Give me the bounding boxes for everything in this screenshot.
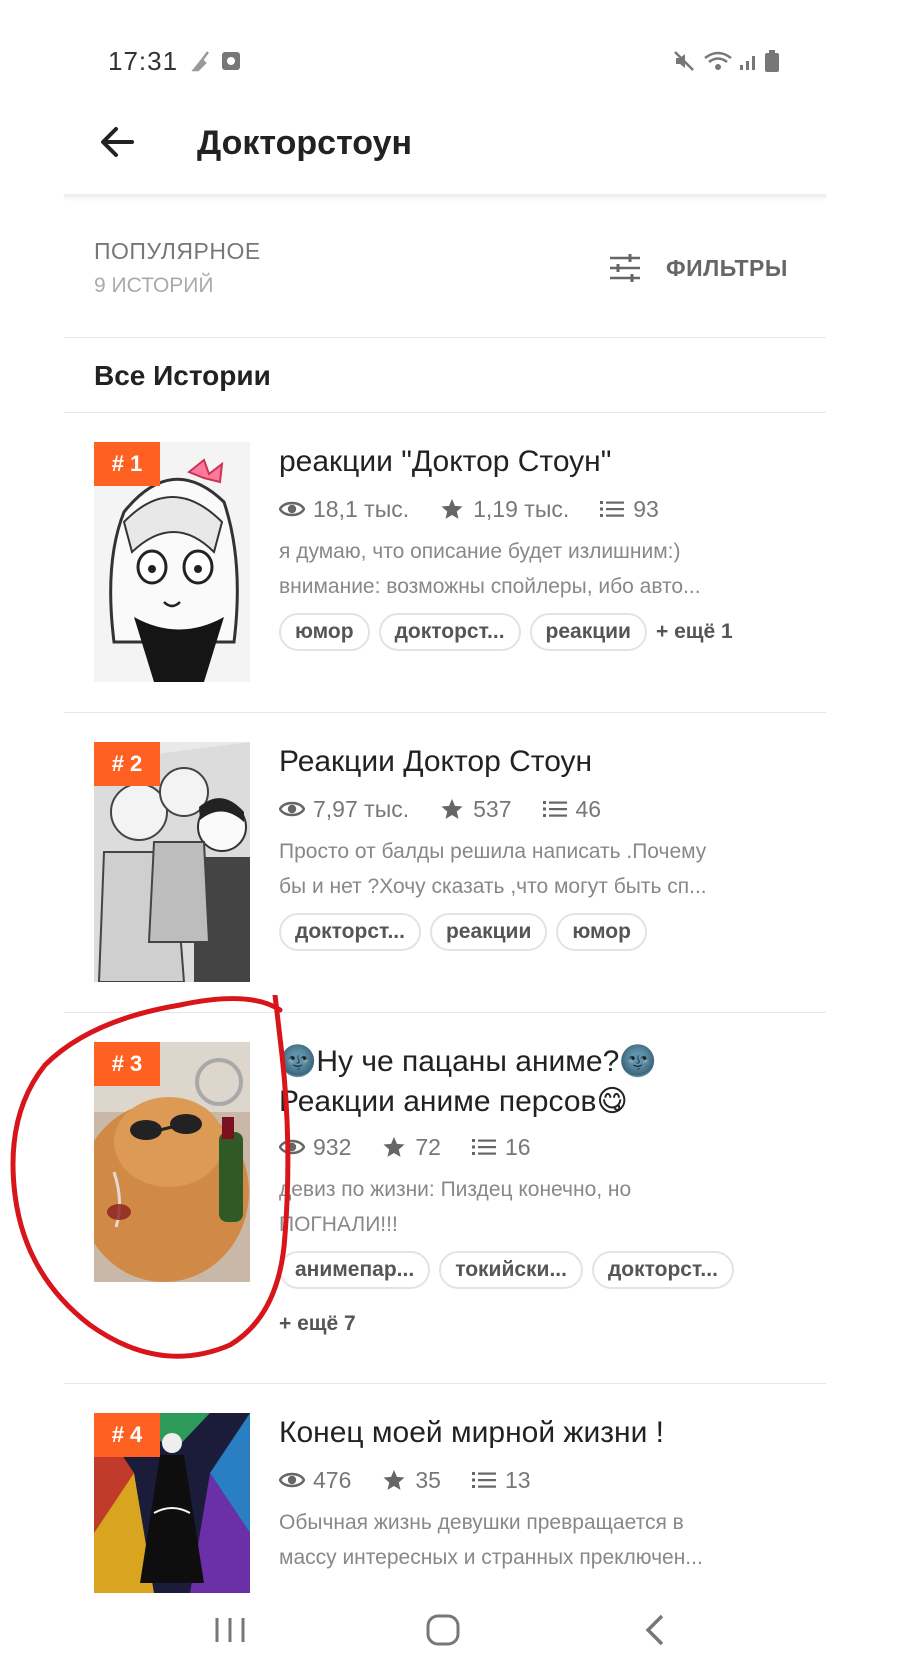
battery-icon	[765, 50, 779, 72]
eye-icon	[279, 1136, 305, 1158]
signal-icon	[740, 56, 755, 70]
story-card-2[interactable]: # 2 Реакции Доктор Стоун 7,97 тыс. 537 4…	[0, 742, 922, 1012]
screen-record-icon	[222, 52, 240, 70]
header-divider	[64, 194, 826, 197]
votes-count: 35	[415, 1466, 441, 1493]
rank-badge: # 2	[94, 742, 160, 786]
recent-apps-icon[interactable]	[205, 1610, 255, 1650]
description-line: массу интересных и странных преключен...	[279, 1546, 703, 1569]
views-count: 932	[313, 1133, 352, 1160]
story-stats: 932 72 16	[279, 1132, 561, 1162]
tag-list: анимепар... токийски... докторст...	[279, 1251, 743, 1289]
divider	[64, 1012, 826, 1013]
votes-count: 72	[415, 1133, 441, 1160]
views-count: 7,97 тыс.	[313, 795, 410, 822]
votes-count: 537	[473, 795, 512, 822]
description-line: ПОГНАЛИ!!!	[279, 1213, 398, 1236]
title-line: Реакции аниме персов😋	[279, 1085, 628, 1118]
star-icon	[381, 1469, 407, 1491]
story-description: Просто от балды решила написать .Почему …	[279, 834, 789, 904]
list-icon	[471, 1136, 497, 1158]
tag-chip[interactable]: докторст...	[378, 613, 521, 651]
parts-count: 93	[633, 495, 659, 522]
filters-button[interactable]: ФИЛЬТРЫ	[608, 248, 788, 288]
star-icon	[381, 1136, 407, 1158]
wifi-icon	[704, 51, 732, 70]
all-stories-heading: Все Истории	[94, 360, 271, 391]
views-count: 18,1 тыс.	[313, 495, 410, 522]
views-count: 476	[313, 1466, 352, 1493]
story-count: 9 ИСТОРИЙ	[94, 274, 214, 297]
eye-icon	[279, 798, 305, 820]
status-time: 17:31	[108, 46, 179, 76]
sort-label: ПОПУЛЯРНОЕ	[94, 238, 261, 264]
list-icon	[471, 1469, 497, 1491]
description-line: внимание: возможны спойлеры, ибо авто...	[279, 575, 701, 598]
list-icon	[542, 798, 568, 820]
tag-list: докторст... реакции юмор	[279, 913, 656, 951]
story-stats: 18,1 тыс. 1,19 тыс. 93	[279, 494, 689, 524]
page-title: Докторстоун	[197, 124, 413, 162]
divider	[64, 712, 826, 713]
star-icon	[439, 498, 465, 520]
description-line: я думаю, что описание будет излишним:)	[279, 540, 681, 563]
tag-chip[interactable]: докторст...	[279, 913, 421, 951]
tag-chip[interactable]: реакции	[429, 913, 548, 951]
parts-count: 13	[504, 1466, 531, 1493]
more-tags-link[interactable]: + ещё 7	[279, 1312, 356, 1336]
eye-icon	[279, 1469, 305, 1491]
tag-chip[interactable]: анимепар...	[279, 1251, 431, 1289]
story-stats: 476 35 13	[279, 1465, 561, 1495]
description-line: Обычная жизнь девушки превращается в	[279, 1511, 684, 1534]
tag-chip[interactable]: реакции	[529, 613, 647, 651]
home-icon[interactable]	[418, 1610, 468, 1650]
story-title[interactable]: реакции "Доктор Стоун"	[279, 442, 839, 482]
story-card-4[interactable]: # 4 Конец моей мирной жизни ! 476 35 13 …	[0, 1413, 922, 1593]
story-description: я думаю, что описание будет излишним:) в…	[279, 534, 789, 604]
story-title[interactable]: Конец моей мирной жизни !	[279, 1413, 839, 1453]
star-icon	[439, 798, 465, 820]
parts-count: 16	[504, 1133, 531, 1160]
description-line: девиз по жизни: Пиздец конечно, но	[279, 1178, 632, 1201]
tag-chip[interactable]: юмор	[279, 613, 370, 651]
eye-icon	[279, 498, 305, 520]
mute-icon	[674, 51, 694, 71]
rank-badge: # 1	[94, 442, 160, 486]
divider	[64, 1383, 826, 1384]
tag-chip[interactable]: токийски...	[439, 1251, 583, 1289]
story-card-3[interactable]: # 3 🌚Ну че пацаны аниме?🌚 Реакции аниме …	[0, 1042, 922, 1372]
rank-badge: # 4	[94, 1413, 160, 1457]
divider	[64, 337, 826, 338]
list-icon	[599, 498, 625, 520]
tag-chip[interactable]: юмор	[556, 913, 647, 951]
back-icon[interactable]	[630, 1610, 680, 1650]
tag-list: юмор докторст... реакции + ещё 1	[279, 613, 733, 651]
story-description: девиз по жизни: Пиздец конечно, но ПОГНА…	[279, 1172, 789, 1242]
story-title[interactable]: Реакции Доктор Стоун	[279, 742, 839, 782]
story-card-1[interactable]: # 1 реакции "Доктор Стоун" 18,1 тыс. 1,1…	[0, 442, 922, 712]
sliders-icon	[610, 254, 640, 282]
story-stats: 7,97 тыс. 537 46	[279, 794, 631, 824]
rank-badge: # 3	[94, 1042, 160, 1086]
votes-count: 1,19 тыс.	[473, 495, 570, 522]
story-description: Обычная жизнь девушки превращается в мас…	[279, 1505, 789, 1575]
title-line: 🌚Ну че пацаны аниме?🌚	[279, 1045, 657, 1078]
parts-count: 46	[575, 795, 602, 822]
description-line: Просто от балды решила написать .Почему	[279, 840, 707, 863]
tag-chip[interactable]: докторст...	[591, 1251, 734, 1289]
story-title[interactable]: 🌚Ну че пацаны аниме?🌚 Реакции аниме перс…	[279, 1042, 839, 1122]
arrow-left-icon[interactable]	[98, 122, 138, 162]
broom-icon	[191, 51, 209, 72]
divider	[64, 412, 826, 413]
description-line: бы и нет ?Хочу сказать ,что могут быть с…	[279, 875, 707, 898]
more-tags-link[interactable]: + ещё 1	[656, 620, 733, 644]
filters-label: ФИЛЬТРЫ	[666, 254, 788, 281]
